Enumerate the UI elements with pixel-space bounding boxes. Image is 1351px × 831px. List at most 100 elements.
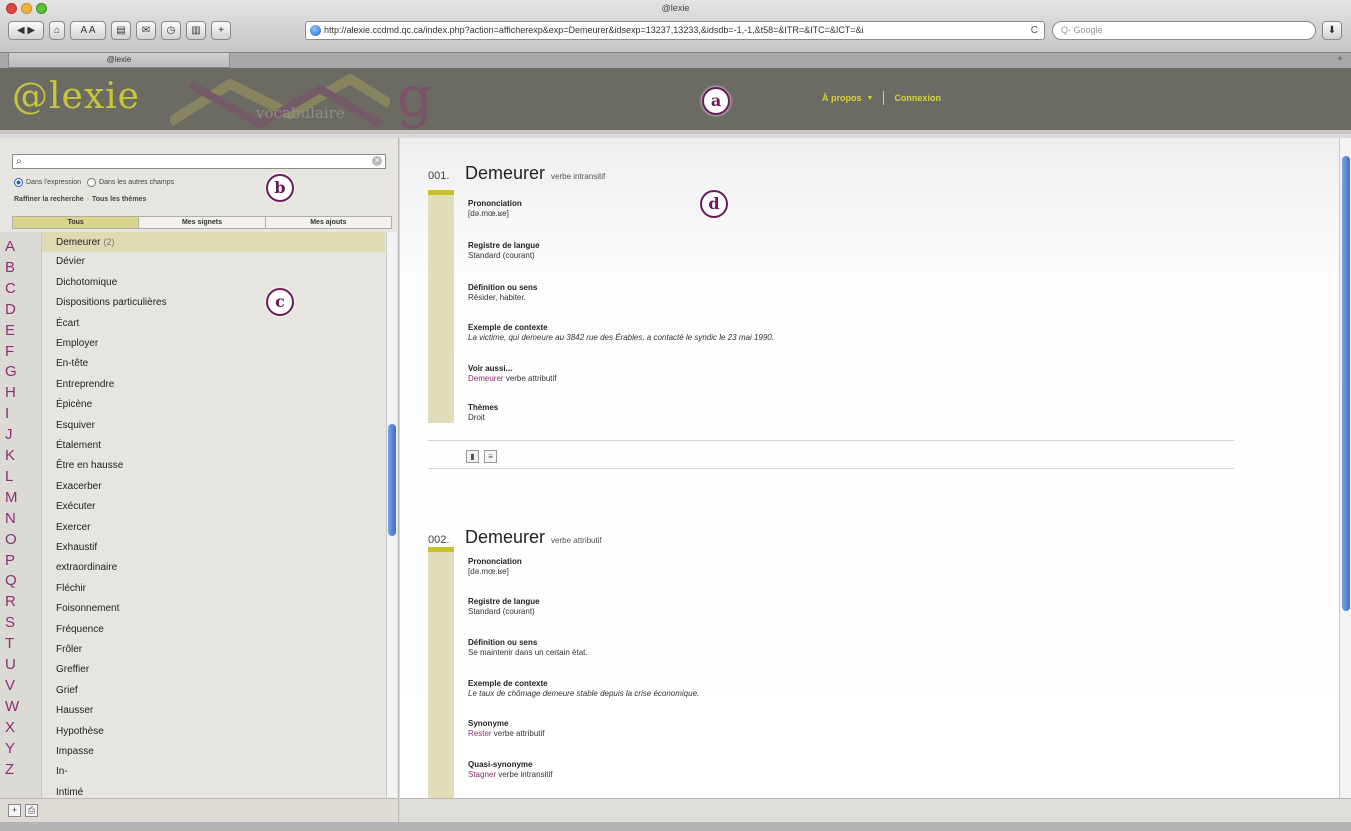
tab-my-additions[interactable]: Mes ajouts xyxy=(266,217,391,228)
list-item[interactable]: In- xyxy=(42,762,385,782)
back-forward-buttons[interactable]: ◀ ▶ xyxy=(8,21,44,40)
reload-icon[interactable]: C xyxy=(1031,22,1038,39)
clear-icon[interactable]: × xyxy=(372,156,382,166)
list-item[interactable]: En-tête xyxy=(42,354,385,374)
list-item[interactable]: Être en hausse xyxy=(42,456,385,476)
list-item[interactable]: Épicène xyxy=(42,395,385,415)
list-item[interactable]: Greffier xyxy=(42,660,385,680)
nav-login[interactable]: Connexion xyxy=(894,93,941,103)
field-value: [də.mœ.ʁe] xyxy=(468,209,509,218)
list-item[interactable]: Employer xyxy=(42,334,385,354)
scrollbar-thumb[interactable] xyxy=(388,424,396,536)
alphabet-letter-t[interactable]: T xyxy=(5,635,35,652)
alphabet-letter-q[interactable]: Q xyxy=(5,572,35,589)
alphabet-letter-j[interactable]: J xyxy=(5,426,35,443)
scope-expression-label: Dans l'expression xyxy=(26,179,82,186)
scope-other-fields-radio[interactable] xyxy=(87,178,97,187)
list-item[interactable]: Demeurer (2) xyxy=(42,232,385,252)
note-icon[interactable]: ≡ xyxy=(484,450,497,463)
list-item[interactable]: Entreprendre xyxy=(42,375,385,395)
list-item[interactable]: Étalement xyxy=(42,436,385,456)
alphabet-letter-s[interactable]: S xyxy=(5,614,35,631)
entry-panel-scrollbar[interactable] xyxy=(1339,138,1351,798)
report-bug-icon[interactable]: ✉ xyxy=(136,21,156,40)
print-icon[interactable]: ▤ xyxy=(111,21,131,40)
alphabet-letter-z[interactable]: Z xyxy=(5,761,35,778)
list-item-label: Exécuter xyxy=(56,501,96,513)
list-item[interactable]: Fléchir xyxy=(42,579,385,599)
tab-bookmarks[interactable]: Mes signets xyxy=(139,217,266,228)
web-search-field[interactable]: Q- Google xyxy=(1052,21,1316,40)
field-pronunciation: Prononciation [də.mœ.ʁe] xyxy=(468,199,1168,218)
text-size-buttons[interactable]: A A xyxy=(70,21,106,40)
list-item[interactable]: Foisonnement xyxy=(42,599,385,619)
synonym-link[interactable]: Rester xyxy=(468,729,492,738)
alphabet-letter-u[interactable]: U xyxy=(5,656,35,673)
list-item[interactable]: Écart xyxy=(42,314,385,334)
alphabet-letter-c[interactable]: C xyxy=(5,280,35,297)
alphabet-letter-r[interactable]: R xyxy=(5,593,35,610)
export-icon[interactable]: ⎙ xyxy=(25,804,38,817)
alphabet-letter-i[interactable]: I xyxy=(5,405,35,422)
list-item[interactable]: Impasse xyxy=(42,742,385,762)
list-item[interactable]: Dévier xyxy=(42,252,385,272)
new-tab-icon[interactable]: + xyxy=(1337,54,1343,65)
list-item[interactable]: extraordinaire xyxy=(42,558,385,578)
history-icon[interactable]: ◷ xyxy=(161,21,181,40)
alphabet-letter-e[interactable]: E xyxy=(5,322,35,339)
add-bookmark-icon[interactable]: + xyxy=(211,21,231,40)
alphabet-letter-o[interactable]: O xyxy=(5,531,35,548)
list-item[interactable]: Hypothèse xyxy=(42,722,385,742)
add-icon[interactable]: + xyxy=(8,804,21,817)
site-logo[interactable]: @lexie xyxy=(12,76,140,117)
list-item[interactable]: Exercer xyxy=(42,518,385,538)
list-item[interactable]: Fréquence xyxy=(42,620,385,640)
alphabet-letter-v[interactable]: V xyxy=(5,677,35,694)
list-item[interactable]: Hausser xyxy=(42,701,385,721)
alphabet-letter-m[interactable]: M xyxy=(5,489,35,506)
refine-search[interactable]: Raffiner la recherche › Tous les thèmes xyxy=(14,196,146,203)
field-definition: Définition ou sens Résider, habiter. xyxy=(468,283,1168,302)
alphabet-letter-y[interactable]: Y xyxy=(5,740,35,757)
list-item[interactable]: Intimé xyxy=(42,783,385,798)
refine-value[interactable]: Tous les thèmes xyxy=(92,196,146,203)
field-value: [də.mœ.ʁe] xyxy=(468,567,509,576)
downloads-icon[interactable]: ⬇ xyxy=(1322,21,1342,40)
alphabet-letter-k[interactable]: K xyxy=(5,447,35,464)
list-item[interactable]: Frôler xyxy=(42,640,385,660)
alphabet-letter-l[interactable]: L xyxy=(5,468,35,485)
list-item[interactable]: Grief xyxy=(42,681,385,701)
list-item-label: Exacerber xyxy=(56,480,102,492)
alphabet-letter-g[interactable]: G xyxy=(5,363,35,380)
url-text: http://alexie.ccdmd.qc.ca/index.php?acti… xyxy=(324,25,864,35)
globe-icon xyxy=(310,25,321,36)
alphabet-letter-h[interactable]: H xyxy=(5,384,35,401)
list-item[interactable]: Esquiver xyxy=(42,416,385,436)
alphabet-letter-a[interactable]: A xyxy=(5,238,35,255)
alphabet-letter-n[interactable]: N xyxy=(5,510,35,527)
see-also-link[interactable]: Demeurer xyxy=(468,374,504,383)
alphabet-letter-p[interactable]: P xyxy=(5,552,35,569)
home-icon[interactable]: ⌂ xyxy=(49,21,65,40)
alphabet-letter-d[interactable]: D xyxy=(5,301,35,318)
list-item[interactable]: Dichotomique xyxy=(42,273,385,293)
scrollbar-thumb[interactable] xyxy=(1342,156,1350,611)
nav-about[interactable]: À propos xyxy=(822,93,862,103)
alphabet-letter-w[interactable]: W xyxy=(5,698,35,715)
bookmark-icon[interactable]: ▮ xyxy=(466,450,479,463)
browser-tab[interactable]: @lexie xyxy=(8,53,230,68)
bookmarks-icon[interactable]: ▥ xyxy=(186,21,206,40)
alphabet-letter-f[interactable]: F xyxy=(5,343,35,360)
list-item[interactable]: Exhaustif xyxy=(42,538,385,558)
address-bar[interactable]: http://alexie.ccdmd.qc.ca/index.php?acti… xyxy=(305,21,1045,40)
search-input[interactable]: ⌕ × xyxy=(12,154,386,169)
word-list-scrollbar[interactable] xyxy=(386,232,397,798)
alphabet-letter-b[interactable]: B xyxy=(5,259,35,276)
scope-expression-radio[interactable] xyxy=(14,178,23,187)
quasi-synonym-link[interactable]: Stagner xyxy=(468,770,496,779)
list-item[interactable]: Dispositions particulières xyxy=(42,293,385,313)
alphabet-letter-x[interactable]: X xyxy=(5,719,35,736)
list-item[interactable]: Exécuter xyxy=(42,497,385,517)
list-item[interactable]: Exacerber xyxy=(42,477,385,497)
tab-all[interactable]: Tous xyxy=(13,217,140,228)
